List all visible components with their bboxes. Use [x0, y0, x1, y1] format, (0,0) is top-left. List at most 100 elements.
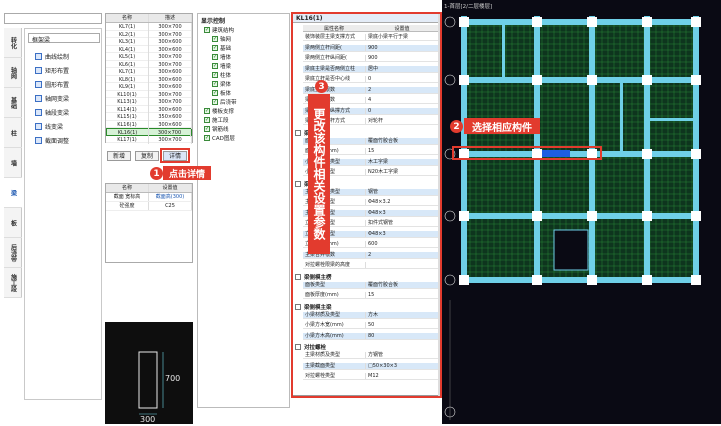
tool-item[interactable]: 矩形布置 [35, 65, 69, 75]
table-row[interactable]: KL16(1) 300×700 [106, 128, 192, 137]
tree-node[interactable]: ✓ 梁体 [212, 80, 231, 88]
tree-node[interactable]: ✓ 建筑结构 [204, 26, 234, 34]
beam-h-3 [460, 213, 700, 219]
checkbox[interactable]: ✓ [204, 108, 210, 114]
tool-item[interactable]: 线变梁 [35, 121, 63, 131]
tree-node-label: CAD图层 [212, 136, 235, 142]
column [587, 275, 597, 285]
tool-item[interactable]: 曲线绘制 [35, 51, 69, 61]
tool-icon [35, 80, 42, 88]
tree-node[interactable]: ✓ 基础 [212, 44, 231, 52]
column [642, 17, 652, 27]
table-row[interactable]: KL7(1) 300×600 [106, 68, 192, 76]
tool-label: 线变梁 [45, 123, 64, 131]
table-row[interactable]: KL14(1) 300×600 [106, 105, 192, 114]
beam-h-1 [460, 77, 700, 83]
column [691, 17, 701, 27]
checkbox[interactable]: ✓ [212, 45, 218, 51]
checkbox[interactable]: ✓ [204, 117, 210, 123]
col-prop-value: 设置值 [149, 184, 192, 192]
category-select[interactable]: 框架梁 [28, 33, 100, 44]
left-tab-3[interactable]: 柱 [4, 118, 22, 148]
cad-canvas[interactable]: 1-首层[2/二层楼层] [442, 0, 721, 424]
tree-node[interactable]: ✓ 墙体 [212, 53, 231, 61]
tree-node-label: 楼板支撑 [212, 109, 235, 115]
left-tab-4[interactable]: 墙 [4, 148, 22, 178]
left-tab-8[interactable]: 施工段 [4, 268, 22, 298]
column [691, 211, 701, 221]
table-row[interactable]: KL5(1) 300×700 [106, 53, 192, 61]
left-tab-1[interactable]: 轴网 [4, 58, 22, 88]
column [459, 275, 469, 285]
checkbox[interactable]: ✓ [212, 90, 218, 96]
checkbox[interactable]: ✓ [204, 135, 210, 141]
tool-item[interactable]: 圆形布置 [35, 79, 69, 89]
table-row[interactable]: 砼强度 C25 [106, 202, 192, 211]
tree-node[interactable]: ✓ 墙梁 [212, 62, 231, 70]
table-row[interactable]: KL4(1) 300×600 [106, 45, 192, 54]
left-tab-2[interactable]: 基础 [4, 88, 22, 118]
tool-item[interactable]: 截面调整 [35, 135, 69, 145]
tree-node[interactable]: ✓ 柱体 [212, 71, 231, 79]
tree-node[interactable]: ✓ 轴网 [212, 35, 231, 43]
axis-bubble [444, 16, 456, 28]
step-2-callout: 选择相应构件 [464, 118, 540, 134]
table-row[interactable]: KL2(1) 300×700 [106, 30, 192, 39]
copy-button[interactable]: 复制 [135, 151, 159, 161]
table-row[interactable]: KL16(1) 300×600 [106, 120, 192, 129]
tree-node[interactable]: ✓ 后浇带 [212, 98, 237, 106]
tree-node-label: 墙体 [220, 55, 232, 61]
checkbox[interactable]: ✓ [212, 54, 218, 60]
checkbox[interactable]: ✓ [212, 36, 218, 42]
table-row[interactable]: KL15(1) 350×600 [106, 113, 192, 121]
cell: KL17(1) [106, 135, 149, 144]
table-row[interactable]: KL9(1) 300×600 [106, 83, 192, 91]
table-row[interactable]: KL7(1) 300×700 [106, 23, 192, 31]
secondary-beam [620, 80, 623, 154]
column [459, 17, 469, 27]
checkbox[interactable]: ✓ [212, 99, 218, 105]
table-row[interactable]: KL6(1) 300×700 [106, 60, 192, 69]
table-row[interactable]: KL3(1) 300×600 [106, 38, 192, 46]
tree-node[interactable]: ✓ CAD图层 [204, 134, 235, 142]
cell: KL16(1) [106, 120, 149, 129]
table-row[interactable]: KL17(1) 300×700 [106, 135, 192, 144]
cell: 300×600 [149, 120, 192, 129]
checkbox[interactable]: ✓ [212, 72, 218, 78]
checkbox[interactable]: ✓ [212, 81, 218, 87]
left-tab-6[interactable]: 板 [4, 208, 22, 238]
col-desc: 描述 [149, 14, 192, 22]
checkbox[interactable]: ✓ [212, 63, 218, 69]
secondary-beam [502, 20, 505, 80]
tree-node[interactable]: ✓ 钢筋线 [204, 125, 229, 133]
add-button[interactable]: 新增 [107, 151, 131, 161]
tree-node[interactable]: ✓ 楼板支撑 [204, 107, 234, 115]
beam-section-drawing [138, 351, 164, 415]
tree-node-label: 钢筋线 [212, 127, 229, 133]
tool-item[interactable]: 轴段变梁 [35, 107, 69, 117]
col-prop-name: 名称 [106, 184, 149, 192]
left-tab-0[interactable]: 转化 [4, 28, 22, 58]
table-row[interactable]: KL10(1) 300×700 [106, 90, 192, 99]
column [642, 275, 652, 285]
tool-label: 矩形布置 [45, 67, 70, 75]
tree-node[interactable]: ✓ 施工段 [204, 116, 229, 124]
table-row[interactable]: KL8(1) 300×600 [106, 75, 192, 84]
table-row[interactable]: 截面 宽标高 截面高(300) [106, 193, 192, 202]
checkbox[interactable]: ✓ [204, 27, 210, 33]
axis-bubble [444, 274, 456, 286]
detail-highlight-box [160, 148, 190, 163]
tool-item[interactable]: 轴网变梁 [35, 93, 69, 103]
structural-plan-drawing[interactable] [442, 0, 721, 424]
left-tab-7[interactable]: 后浇带 [4, 238, 22, 268]
left-tab-5[interactable]: 梁 [4, 178, 22, 208]
column [587, 17, 597, 27]
checkbox[interactable]: ✓ [204, 126, 210, 132]
basic-property-table: 名称 设置值 截面 宽标高 截面高(300) 砼强度 C25 [105, 183, 193, 263]
column [587, 211, 597, 221]
table-row[interactable]: KL13(1) 300×700 [106, 98, 192, 106]
column [587, 75, 597, 85]
tree-node[interactable]: ✓ 板体 [212, 89, 231, 97]
floor-combo[interactable] [4, 13, 102, 24]
dim-width: 300 [140, 415, 156, 424]
